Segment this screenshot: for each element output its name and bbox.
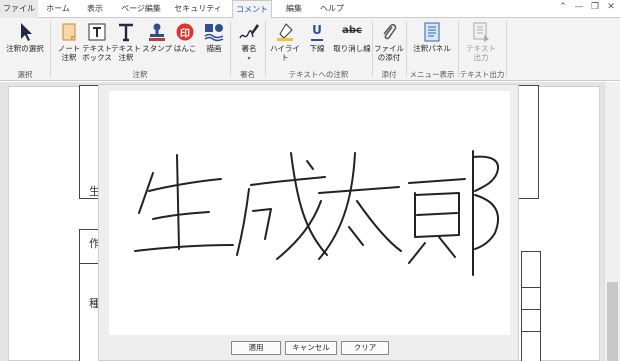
clear-button[interactable]: クリア xyxy=(341,341,389,355)
cancel-button[interactable]: キャンセル xyxy=(285,341,337,355)
button-label: スタンプ xyxy=(142,44,172,53)
group-label-menu-display: メニュー表示 xyxy=(409,70,455,79)
button-label: 注釈の選択 xyxy=(6,44,44,53)
tab-help[interactable]: ヘルプ xyxy=(314,0,350,18)
underline-glyph: U xyxy=(312,23,322,37)
paperclip-icon xyxy=(378,21,400,43)
group-label-text-export: テキスト出力 xyxy=(459,70,505,79)
note-annotation-button[interactable]: ノート 注釈 xyxy=(54,21,84,62)
group-separator xyxy=(506,21,507,77)
restore-icon[interactable]: ❐ xyxy=(588,2,602,12)
signature-dialog: 適用 キャンセル クリア xyxy=(98,84,519,361)
sticky-note-icon xyxy=(58,21,80,43)
strikethrough-icon: abc xyxy=(341,21,363,43)
underline-icon: U xyxy=(306,21,328,43)
collapse-ribbon-icon[interactable]: ⌃ xyxy=(556,2,570,12)
underline-button[interactable]: U 下線 xyxy=(302,21,332,53)
tab-file[interactable]: ファイル xyxy=(0,0,38,18)
dropdown-arrow-icon[interactable]: ▾ xyxy=(234,54,264,63)
hanko-button[interactable]: 印 はんこ xyxy=(170,21,200,53)
strikethrough-button[interactable]: abc 取り消し線 xyxy=(332,21,372,53)
button-label: 取り消し線 xyxy=(333,44,371,53)
button-label: ファイル の添付 xyxy=(374,44,404,62)
form-rule xyxy=(521,287,541,288)
button-label: 署名 xyxy=(241,44,257,53)
annotation-panel-icon xyxy=(421,21,443,43)
text-box-icon xyxy=(86,21,108,43)
signature-canvas[interactable] xyxy=(109,91,510,335)
stamp-icon xyxy=(146,21,168,43)
tab-comment[interactable]: コメント xyxy=(232,0,272,19)
button-label: テキスト 注釈 xyxy=(111,44,141,62)
close-icon[interactable]: ✕ xyxy=(604,2,618,12)
scrollbar-thumb[interactable] xyxy=(607,282,618,361)
group-label-text-annotation: テキストへの注釈 xyxy=(288,70,349,79)
button-label: 下線 xyxy=(309,44,325,53)
button-label: ノート 注釈 xyxy=(57,44,81,62)
group-label-annotation: 注釈 xyxy=(132,70,148,79)
group-label-attach: 添付 xyxy=(381,70,397,79)
draw-button[interactable]: 描画 xyxy=(199,21,229,53)
tab-edit[interactable]: 編集 xyxy=(276,0,312,18)
group-label-select: 選択 xyxy=(17,70,33,79)
tab-view[interactable]: 表示 xyxy=(78,0,112,18)
signature-pen-icon xyxy=(238,21,260,43)
button-label: テキスト 出力 xyxy=(466,44,496,62)
text-export-button[interactable]: テキスト 出力 xyxy=(466,21,496,62)
annotation-panel-button[interactable]: 注釈パネル xyxy=(412,21,452,53)
text-annotation-icon xyxy=(115,21,137,43)
ribbon-tab-bar: ファイル ホーム 表示 ページ編集 セキュリティ コメント 編集 ヘルプ ⌃ —… xyxy=(0,0,620,19)
apply-button[interactable]: 適用 xyxy=(231,341,281,355)
strike-glyph: abc xyxy=(342,25,362,36)
cursor-arrow-icon xyxy=(14,21,36,43)
group-label-signature: 署名 xyxy=(240,70,255,79)
text-annotation-button[interactable]: テキスト 注釈 xyxy=(111,21,141,62)
tab-home[interactable]: ホーム xyxy=(40,0,76,18)
text-export-icon xyxy=(470,21,492,43)
shapes-icon xyxy=(203,21,225,43)
attach-file-button[interactable]: ファイル の添付 xyxy=(374,21,404,62)
signature-button[interactable]: 署名 ▾ xyxy=(234,21,264,63)
minimize-icon[interactable]: — xyxy=(572,2,586,12)
form-table xyxy=(521,251,541,361)
tab-security[interactable]: セキュリティ xyxy=(170,0,226,18)
select-annotation-button[interactable]: 注釈の選択 xyxy=(3,21,47,53)
text-box-button[interactable]: テキスト ボックス xyxy=(82,21,112,62)
handwritten-signature xyxy=(134,150,500,276)
stamp-button[interactable]: スタンプ xyxy=(142,21,172,53)
hanko-seal-icon: 印 xyxy=(174,21,196,43)
button-label: はんこ xyxy=(173,44,197,53)
button-label: 注釈パネル xyxy=(413,44,451,53)
highlighter-icon xyxy=(274,21,296,43)
form-rule xyxy=(521,331,541,332)
hanko-glyph: 印 xyxy=(180,29,190,40)
form-rule xyxy=(521,309,541,310)
button-label: 描画 xyxy=(206,44,222,53)
tab-page-edit[interactable]: ページ編集 xyxy=(114,0,168,18)
button-label: ハイライト xyxy=(270,44,300,62)
highlight-button[interactable]: ハイライト xyxy=(268,21,302,62)
button-label: テキスト ボックス xyxy=(82,44,112,62)
ribbon: 注釈の選択 ノート 注釈 テキスト ボックス テキスト 注釈 スタンプ 印 はん… xyxy=(0,18,620,81)
